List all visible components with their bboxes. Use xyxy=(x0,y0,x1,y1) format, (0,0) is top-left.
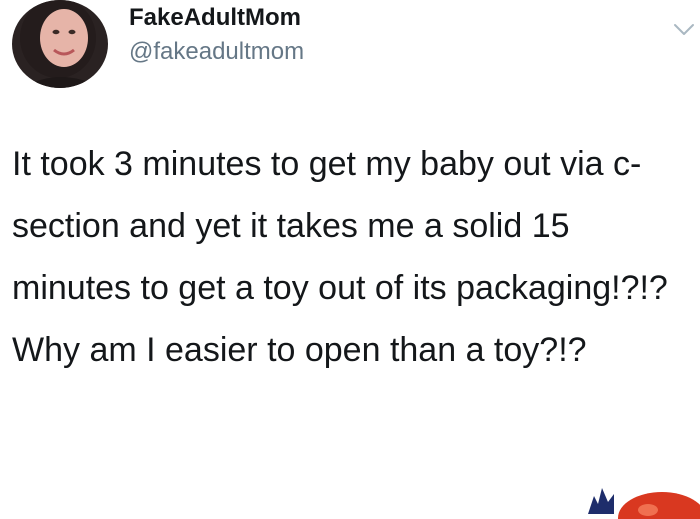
tweet-body: It took 3 minutes to get my baby out via… xyxy=(12,133,696,381)
tweet-paragraph: Why am I easier to open than a toy?!? xyxy=(12,331,587,369)
cartoon-sticker xyxy=(578,474,700,519)
avatar[interactable] xyxy=(12,0,108,88)
chevron-down-icon[interactable] xyxy=(672,20,696,40)
tweet-card: FakeAdultMom @fakeadultmom It took 3 min… xyxy=(0,0,700,519)
display-name[interactable]: FakeAdultMom xyxy=(129,4,301,32)
tweet-paragraph: It took 3 minutes to get my baby out via… xyxy=(12,145,668,307)
user-handle[interactable]: @fakeadultmom xyxy=(129,38,304,66)
